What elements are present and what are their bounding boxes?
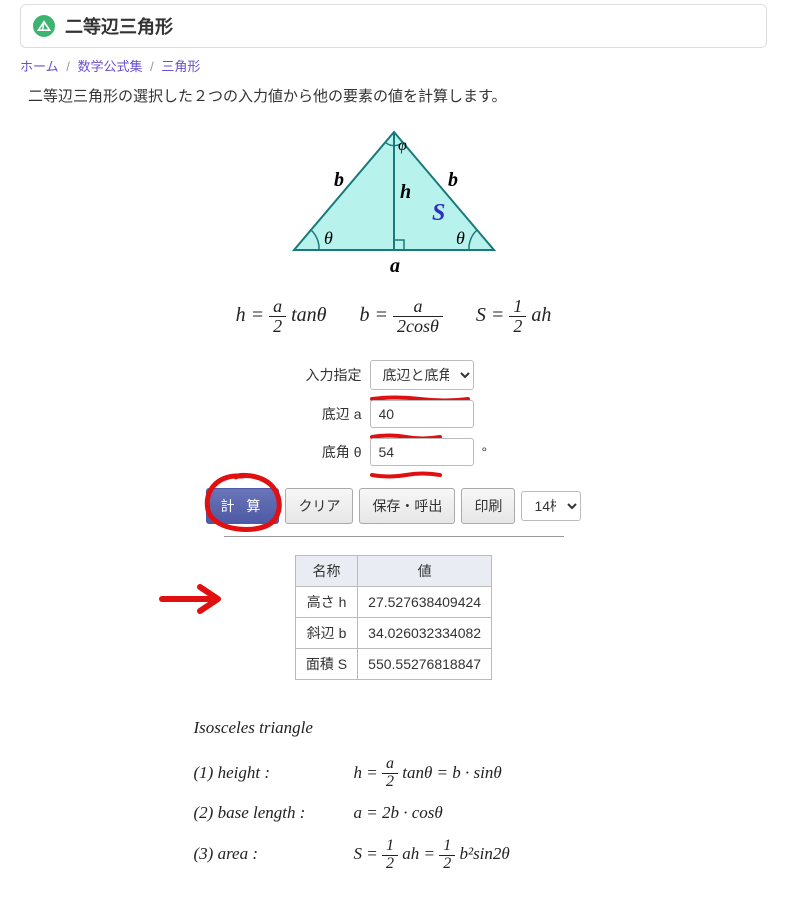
results-table: 名称 値 高さ h 27.527638409424 斜辺 b 34.026032… <box>295 555 492 680</box>
svg-text:b: b <box>334 169 344 191</box>
description: 二等辺三角形の選択した２つの入力値から他の要素の値を計算します。 <box>28 85 767 106</box>
separator <box>224 536 564 537</box>
precision-select[interactable]: 14桁 <box>521 491 581 521</box>
controls: 入力指定 底辺と底角 底辺 a 底角 θ ° <box>174 360 614 680</box>
svg-text:S: S <box>432 200 445 226</box>
proof: Isosceles triangle (1) height : h = a2 t… <box>194 708 594 875</box>
svg-text:θ: θ <box>324 228 333 248</box>
row-name: 高さ h <box>295 586 357 617</box>
table-row: 斜辺 b 34.026032334082 <box>295 617 491 648</box>
angle-unit: ° <box>482 444 496 460</box>
col-name: 名称 <box>295 555 357 586</box>
svg-text:φ: φ <box>398 137 407 154</box>
table-row: 面積 S 550.55276818847 <box>295 648 491 679</box>
row-name: 面積 S <box>295 648 357 679</box>
figure: b b h S a φ θ θ <box>0 120 787 283</box>
input-spec-label: 入力指定 <box>292 365 362 385</box>
formula-row: h = a2 tanθ b = a2cosθ S = 12 ah <box>0 297 787 336</box>
angle-input[interactable] <box>370 438 474 466</box>
base-label: 底辺 a <box>292 404 362 424</box>
clear-button[interactable]: クリア <box>285 488 353 524</box>
print-button[interactable]: 印刷 <box>461 488 515 524</box>
input-spec-select[interactable]: 底辺と底角 <box>370 360 474 390</box>
calc-button[interactable]: 計 算 <box>206 488 280 524</box>
breadcrumb-formulas[interactable]: 数学公式集 <box>78 59 143 74</box>
page-header: 二等辺三角形 <box>20 4 767 48</box>
triangle-icon <box>33 15 55 37</box>
svg-text:a: a <box>390 255 400 277</box>
row-value: 27.527638409424 <box>358 586 492 617</box>
row-value: 550.55276818847 <box>358 648 492 679</box>
row-value: 34.026032334082 <box>358 617 492 648</box>
svg-text:b: b <box>448 169 458 191</box>
breadcrumb-triangle[interactable]: 三角形 <box>161 59 200 74</box>
table-row: 高さ h 27.527638409424 <box>295 586 491 617</box>
page-title: 二等辺三角形 <box>65 13 173 39</box>
svg-text:h: h <box>400 181 411 203</box>
angle-label: 底角 θ <box>292 442 362 462</box>
svg-text:θ: θ <box>456 228 465 248</box>
button-row: 計 算 クリア 保存・呼出 印刷 14桁 <box>174 488 614 524</box>
proof-heading: Isosceles triangle <box>194 708 594 749</box>
save-button[interactable]: 保存・呼出 <box>359 488 455 524</box>
breadcrumb-sep: / <box>150 59 154 74</box>
row-name: 斜辺 b <box>295 617 357 648</box>
breadcrumb-home[interactable]: ホーム <box>20 59 59 74</box>
breadcrumb: ホーム / 数学公式集 / 三角形 <box>20 56 767 75</box>
col-value: 値 <box>358 555 492 586</box>
base-input[interactable] <box>370 400 474 428</box>
breadcrumb-sep: / <box>66 59 70 74</box>
